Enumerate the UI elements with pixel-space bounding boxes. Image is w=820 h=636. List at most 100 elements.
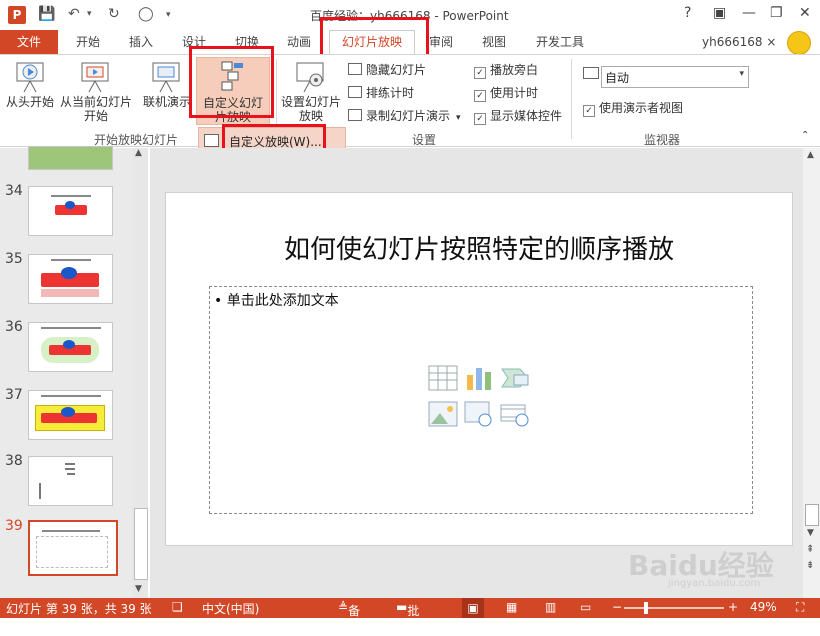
scroll-down-icon[interactable]: ▼ — [135, 584, 142, 594]
presenter-view-checkbox[interactable]: ✓ 使用演示者视图 — [583, 99, 683, 117]
custom-show-menu-icon — [204, 134, 219, 147]
rehearse-timings-button[interactable]: 排练计时 — [348, 84, 414, 101]
thumbnail-image-selected — [28, 520, 118, 576]
customize-qa-icon[interactable]: ▾ — [166, 10, 171, 20]
ribbon-tabs: 文件 开始 插入 设计 切换 动画 幻灯片放映 审阅 视图 开发工具 yh666… — [0, 30, 820, 56]
check-icon: ✓ — [474, 90, 486, 102]
slide-thumbnail-35[interactable]: 35 — [0, 248, 130, 308]
start-from-beginning-qa-icon[interactable]: ◯ — [138, 6, 154, 22]
undo-icon[interactable]: ↶ — [68, 6, 80, 22]
from-current-slide-button[interactable]: 从当前幻灯片开始 — [58, 55, 134, 125]
slide-title[interactable]: 如何使幻灯片按照特定的顺序播放 — [166, 229, 792, 266]
custom-slide-show-button[interactable]: 自定义幻灯片放映 — [196, 57, 270, 125]
insert-video-icon[interactable] — [500, 401, 530, 427]
notes-button[interactable]: ≜ 备注 — [338, 600, 360, 635]
scroll-down-icon[interactable]: ▼ — [807, 528, 814, 538]
thumbnail-image — [28, 456, 113, 506]
thumbnail-image — [28, 254, 113, 304]
ribbon-display-options-icon[interactable]: ▣ — [713, 5, 726, 21]
custom-show-icon — [221, 61, 243, 91]
slide-thumbnail-34[interactable]: 34 — [0, 180, 130, 240]
monitor-select[interactable]: 自动 ▾ — [601, 66, 749, 88]
watermark-url: jingyan.baidu.com — [668, 578, 761, 589]
rehearse-timings-label: 排练计时 — [366, 86, 415, 100]
minimize-button[interactable]: — — [742, 5, 756, 21]
zoom-out-icon[interactable]: − — [612, 600, 622, 614]
zoom-in-icon[interactable]: + — [728, 600, 738, 614]
slide-thumbnail-39[interactable]: 39 — [0, 516, 130, 576]
slide-thumbnail-37[interactable]: 37 — [0, 384, 130, 444]
close-button[interactable]: ✕ — [799, 5, 811, 21]
zoom-level[interactable]: 49% — [750, 600, 777, 614]
title-bar: P 💾 ↶ ▾ ↻ ◯ ▾ 百度经验：yh666168 - PowerPoint… — [0, 0, 820, 30]
scroll-up-icon[interactable]: ▲ — [807, 150, 814, 160]
insert-online-picture-icon[interactable] — [464, 401, 494, 427]
check-icon: ✓ — [474, 113, 486, 125]
scroll-thumb[interactable] — [134, 508, 148, 580]
scroll-thumb[interactable] — [805, 504, 819, 526]
hide-slide-button[interactable]: 隐藏幻灯片 — [348, 61, 426, 78]
monitor-select-value: 自动 — [605, 71, 630, 85]
next-slide-icon[interactable]: ⇟ — [806, 560, 814, 571]
slide-number: 37 — [5, 387, 23, 403]
tab-slide-show[interactable]: 幻灯片放映 — [329, 30, 415, 56]
previous-slide-icon[interactable]: ⇞ — [806, 544, 814, 555]
use-timings-checkbox[interactable]: ✓ 使用计时 — [474, 84, 538, 102]
tab-home[interactable]: 开始 — [76, 30, 100, 54]
record-slide-show-button[interactable]: 录制幻灯片演示 ▾ — [348, 107, 461, 124]
record-slide-show-label: 录制幻灯片演示 — [366, 109, 451, 123]
zoom-slider-thumb[interactable] — [644, 602, 648, 614]
setup-slide-show-button[interactable]: 设置幻灯片放映 — [278, 55, 344, 125]
online-present-button[interactable]: 联机演示 — [140, 55, 194, 125]
redo-icon[interactable]: ↻ — [108, 6, 120, 22]
powerpoint-logo-icon: P — [8, 6, 26, 24]
tab-insert[interactable]: 插入 — [129, 30, 153, 54]
current-slide[interactable]: 如何使幻灯片按照特定的顺序播放 • 单击此处添加文本 — [165, 192, 793, 546]
avatar[interactable] — [787, 31, 811, 55]
show-media-controls-label: 显示媒体控件 — [490, 109, 563, 123]
play-narrations-label: 播放旁白 — [490, 63, 539, 77]
tab-design[interactable]: 设计 — [182, 30, 206, 54]
tab-file[interactable]: 文件 — [0, 30, 58, 54]
reading-view-icon[interactable]: ▥ — [545, 600, 556, 614]
show-media-controls-checkbox[interactable]: ✓ 显示媒体控件 — [474, 107, 562, 125]
online-projector-icon — [152, 62, 180, 93]
tab-transitions[interactable]: 切换 — [235, 30, 259, 54]
insert-table-icon[interactable] — [428, 365, 458, 391]
restore-button[interactable]: ❐ — [770, 5, 783, 21]
content-placeholder[interactable]: • 单击此处添加文本 — [209, 286, 753, 514]
slide-number: 36 — [5, 319, 23, 335]
insert-smartart-icon[interactable] — [500, 365, 530, 391]
fit-slide-icon[interactable]: ⛶ — [796, 600, 804, 615]
tab-review[interactable]: 审阅 — [429, 30, 453, 54]
hide-slide-icon — [348, 63, 362, 75]
undo-dropdown-icon[interactable]: ▾ — [87, 9, 92, 19]
language[interactable]: 中文(中国) — [202, 600, 259, 617]
slide-sorter-view-icon[interactable]: ▦ — [506, 600, 517, 614]
collapse-ribbon-icon[interactable]: ⌃ — [801, 130, 809, 141]
insert-chart-icon[interactable] — [464, 365, 494, 391]
slide-thumbnail-38[interactable]: 38 — [0, 450, 130, 510]
record-dropdown-icon[interactable]: ▾ — [456, 113, 461, 123]
play-narrations-checkbox[interactable]: ✓ 播放旁白 — [474, 61, 538, 79]
tab-animations[interactable]: 动画 — [287, 30, 311, 54]
from-beginning-button[interactable]: 从头开始 — [2, 55, 58, 125]
tab-developer[interactable]: 开发工具 — [536, 30, 584, 54]
help-button[interactable]: ? — [684, 5, 691, 21]
save-icon[interactable]: 💾 — [38, 6, 55, 22]
slide-show-view-icon[interactable]: ▭ — [580, 600, 591, 614]
tab-view[interactable]: 视图 — [482, 30, 506, 54]
setup-slide-show-label: 设置幻灯片放映 — [280, 95, 341, 123]
zoom-slider[interactable] — [624, 607, 724, 609]
slide-scrollbar[interactable]: ▲ ⇞ ⇟ ▼ — [803, 148, 820, 598]
window-title: 百度经验：yh666168 - PowerPoint — [310, 9, 509, 23]
thumbnail-partial[interactable] — [28, 146, 113, 170]
insert-picture-icon[interactable] — [428, 401, 458, 427]
slide-thumbnail-36[interactable]: 36 — [0, 316, 130, 376]
normal-view-icon[interactable]: ▣ — [462, 598, 484, 618]
spell-check-icon[interactable]: ❑ — [172, 600, 183, 614]
account-name[interactable]: yh666168 × — [702, 30, 776, 54]
comments-button[interactable]: ▬ 批注 — [396, 600, 419, 635]
thumbnail-scrollbar[interactable]: ▲ ▼ — [132, 148, 148, 598]
scroll-up-icon[interactable]: ▲ — [135, 148, 142, 158]
